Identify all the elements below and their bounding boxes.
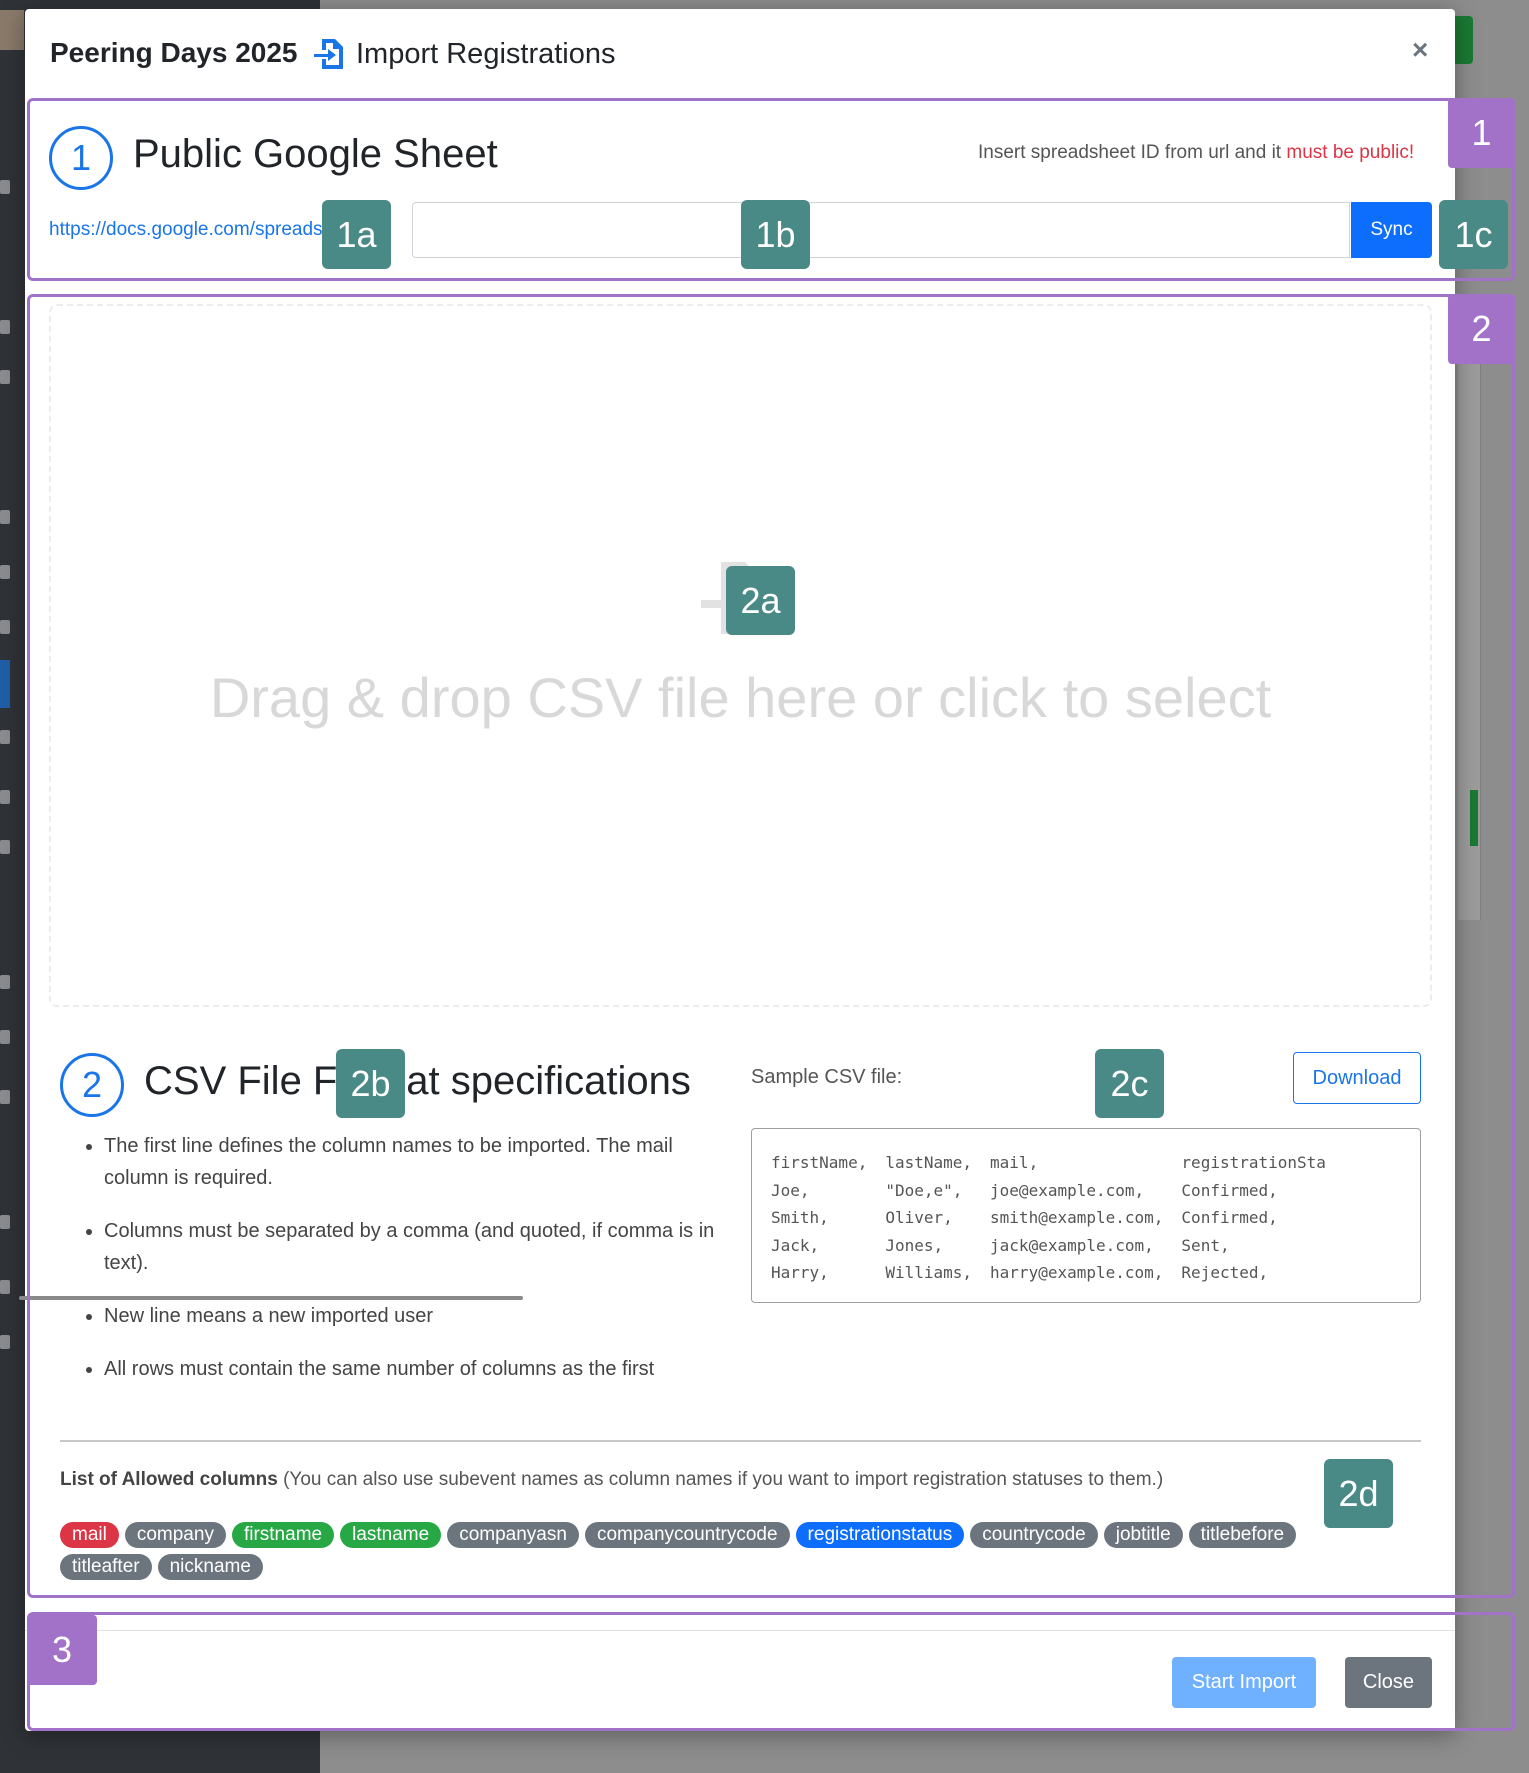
background-avatar (0, 10, 24, 50)
csv-rule: The first line defines the column names … (104, 1130, 724, 1194)
column-badge-titlebefore: titlebefore (1188, 1522, 1297, 1548)
csv-cell: firstName, (771, 1153, 868, 1173)
background-sidebar-icon (0, 1280, 10, 1294)
csv-row: Joe, "Doe,e", joe@example.com, Confirmed, (771, 1177, 1344, 1205)
modal-title: Import Registrations (356, 38, 616, 70)
callout-2d: 2d (1324, 1459, 1393, 1528)
google-sheet-title: Public Google Sheet (133, 132, 498, 176)
csv-cell: "Doe,e", (885, 1180, 963, 1200)
csv-cell: Sent, (1181, 1235, 1230, 1255)
background-sidebar-icon (0, 320, 10, 334)
allowed-columns-note: (You can also use subevent names as colu… (277, 1469, 1164, 1490)
allowed-columns-heading: List of Allowed columns (You can also us… (60, 1469, 1163, 1491)
csv-cell: jack@example.com, (990, 1235, 1154, 1255)
csv-cell: lastName, (885, 1153, 973, 1173)
spreadsheet-id-input[interactable] (412, 202, 1350, 258)
spreadsheet-hint-warning: must be public! (1286, 142, 1415, 163)
close-button[interactable]: Close (1345, 1657, 1432, 1708)
background-sidebar-icon (0, 1090, 10, 1104)
callout-2b: 2b (336, 1049, 405, 1118)
column-badge-companycountrycode: companycountrycode (584, 1522, 790, 1548)
callout-1b: 1b (741, 200, 810, 269)
background-sidebar-icon (0, 620, 10, 634)
csv-row: Harry, Williams, harry@example.com, Rejecte… (771, 1259, 1344, 1287)
dropzone-text: Drag & drop CSV file here or click to se… (209, 666, 1272, 729)
download-sample-button[interactable]: Download (1293, 1052, 1421, 1104)
csv-rule: New line means a new imported user (104, 1300, 724, 1332)
csv-row: firstName, lastName, mail, registrationSta (771, 1149, 1344, 1177)
step-badge-google-sheet: 1 (49, 126, 113, 190)
csv-row: Jack, Jones, jack@example.com, Sent, (771, 1232, 1344, 1260)
sample-csv-label: Sample CSV file: (751, 1066, 903, 1088)
column-badge-companyasn: companyasn (447, 1522, 579, 1548)
csv-cell: Confirmed, (1181, 1208, 1278, 1228)
column-badge-jobtitle: jobtitle (1103, 1522, 1183, 1548)
column-badge-company: company (124, 1522, 226, 1548)
step-badge-csv-spec: 2 (60, 1053, 124, 1117)
callout-1a: 1a (322, 200, 391, 269)
import-file-icon (314, 39, 343, 69)
sync-button[interactable]: Sync (1351, 202, 1432, 258)
callout-1c: 1c (1439, 200, 1508, 269)
column-badge-lastname: lastname (340, 1522, 442, 1548)
column-badge-titleafter: titleafter (60, 1554, 152, 1580)
column-badge-countrycode: countrycode (970, 1522, 1098, 1548)
divider (60, 1440, 1421, 1442)
annotation-label-3: 3 (27, 1615, 97, 1685)
column-badge-firstname: firstname (231, 1522, 335, 1548)
csv-cell: joe@example.com, (990, 1180, 1145, 1200)
start-import-button[interactable]: Start Import (1172, 1657, 1316, 1708)
sample-csv-table: firstName, lastName, mail, registrationSta J… (771, 1149, 1344, 1287)
background-green-accent (1470, 790, 1478, 846)
allowed-columns-list: mail company firstname lastname companyasn co… (60, 1522, 1370, 1580)
horizontal-scrollbar[interactable] (19, 1296, 523, 1300)
csv-cell: smith@example.com, (990, 1208, 1164, 1228)
modal-footer-divider (25, 1630, 1455, 1631)
csv-cell: Oliver, (885, 1208, 953, 1228)
background-sidebar-icon (0, 565, 10, 579)
spreadsheet-hint-text: Insert spreadsheet ID from url and it (978, 142, 1287, 163)
sample-csv-preview[interactable]: firstName, lastName, mail, registrationSta J… (751, 1128, 1421, 1303)
callout-2a: 2a (726, 566, 795, 635)
column-badge-registrationstatus: registrationstatus (795, 1522, 965, 1548)
csv-row: Smith, Oliver, smith@example.com, Confirmed… (771, 1204, 1344, 1232)
background-sidebar-icon (0, 180, 10, 194)
csv-cell: registrationSta (1181, 1153, 1326, 1173)
csv-rules-list: The first line defines the column names … (86, 1130, 724, 1406)
csv-cell: Rejected, (1181, 1263, 1269, 1283)
background-sidebar-icon (0, 1335, 10, 1349)
csv-dropzone[interactable] (49, 304, 1432, 1007)
column-badge-mail: mail (60, 1522, 119, 1548)
background-sidebar-icon (0, 790, 10, 804)
background-active-item (0, 660, 10, 708)
background-sidebar-icon (0, 370, 10, 384)
annotation-label-2: 2 (1448, 294, 1515, 364)
csv-cell: Williams, (885, 1263, 973, 1283)
csv-cell: mail, (990, 1153, 1039, 1173)
close-icon[interactable]: × (1412, 34, 1428, 66)
spreadsheet-hint: Insert spreadsheet ID from url and it mu… (978, 142, 1414, 164)
background-sidebar-icon (0, 975, 10, 989)
csv-spec-title: CSV File Format specifications (144, 1059, 691, 1103)
background-sidebar-icon (0, 510, 10, 524)
csv-cell: Harry, (771, 1263, 829, 1283)
csv-cell: Jones, (885, 1235, 944, 1255)
csv-cell: Jack, (771, 1235, 820, 1255)
background-sidebar-icon (0, 730, 10, 744)
background-sidebar-icon (0, 1030, 10, 1044)
allowed-columns-title: List of Allowed columns (60, 1469, 278, 1490)
annotation-label-1: 1 (1448, 98, 1515, 168)
background-green-button (1455, 16, 1473, 64)
event-title: Peering Days 2025 (50, 37, 298, 68)
column-badge-nickname: nickname (157, 1554, 263, 1580)
csv-cell: Confirmed, (1181, 1180, 1278, 1200)
csv-rule: All rows must contain the same number of… (104, 1353, 724, 1385)
background-sidebar-icon (0, 840, 10, 854)
csv-cell: Joe, (771, 1180, 810, 1200)
csv-cell: harry@example.com, (990, 1263, 1164, 1283)
callout-2c: 2c (1095, 1049, 1164, 1118)
csv-cell: Smith, (771, 1208, 829, 1228)
csv-rule: Columns must be separated by a comma (an… (104, 1215, 724, 1279)
background-sidebar-icon (0, 1215, 10, 1229)
